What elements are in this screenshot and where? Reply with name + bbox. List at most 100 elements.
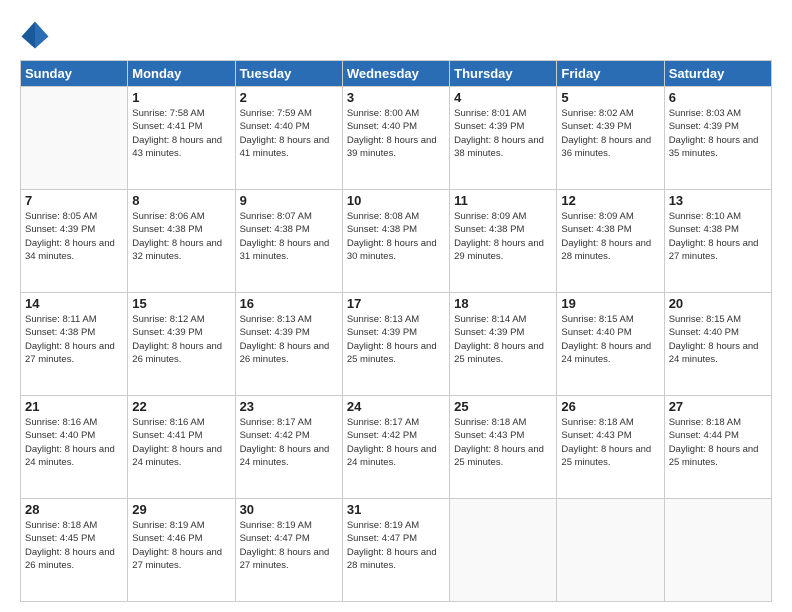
day-number: 9 [240, 193, 338, 208]
header-cell-tuesday: Tuesday [235, 61, 342, 87]
logo [20, 20, 54, 50]
header-row: SundayMondayTuesdayWednesdayThursdayFrid… [21, 61, 772, 87]
day-cell: 8 Sunrise: 8:06 AMSunset: 4:38 PMDayligh… [128, 190, 235, 293]
day-cell: 17 Sunrise: 8:13 AMSunset: 4:39 PMDaylig… [342, 293, 449, 396]
day-info: Sunrise: 8:18 AMSunset: 4:44 PMDaylight:… [669, 416, 767, 469]
day-number: 16 [240, 296, 338, 311]
day-number: 5 [561, 90, 659, 105]
day-cell: 24 Sunrise: 8:17 AMSunset: 4:42 PMDaylig… [342, 396, 449, 499]
week-row-1: 7 Sunrise: 8:05 AMSunset: 4:39 PMDayligh… [21, 190, 772, 293]
day-cell: 10 Sunrise: 8:08 AMSunset: 4:38 PMDaylig… [342, 190, 449, 293]
header [20, 20, 772, 50]
day-number: 11 [454, 193, 552, 208]
day-number: 22 [132, 399, 230, 414]
day-info: Sunrise: 8:18 AMSunset: 4:43 PMDaylight:… [561, 416, 659, 469]
day-number: 18 [454, 296, 552, 311]
day-number: 13 [669, 193, 767, 208]
header-cell-thursday: Thursday [450, 61, 557, 87]
day-number: 21 [25, 399, 123, 414]
day-info: Sunrise: 8:09 AMSunset: 4:38 PMDaylight:… [561, 210, 659, 263]
day-info: Sunrise: 8:16 AMSunset: 4:41 PMDaylight:… [132, 416, 230, 469]
day-cell: 26 Sunrise: 8:18 AMSunset: 4:43 PMDaylig… [557, 396, 664, 499]
day-cell: 3 Sunrise: 8:00 AMSunset: 4:40 PMDayligh… [342, 87, 449, 190]
day-info: Sunrise: 8:11 AMSunset: 4:38 PMDaylight:… [25, 313, 123, 366]
day-info: Sunrise: 8:14 AMSunset: 4:39 PMDaylight:… [454, 313, 552, 366]
day-cell: 1 Sunrise: 7:58 AMSunset: 4:41 PMDayligh… [128, 87, 235, 190]
calendar-header: SundayMondayTuesdayWednesdayThursdayFrid… [21, 61, 772, 87]
day-info: Sunrise: 8:01 AMSunset: 4:39 PMDaylight:… [454, 107, 552, 160]
day-cell: 27 Sunrise: 8:18 AMSunset: 4:44 PMDaylig… [664, 396, 771, 499]
day-cell: 19 Sunrise: 8:15 AMSunset: 4:40 PMDaylig… [557, 293, 664, 396]
day-info: Sunrise: 8:03 AMSunset: 4:39 PMDaylight:… [669, 107, 767, 160]
day-info: Sunrise: 8:16 AMSunset: 4:40 PMDaylight:… [25, 416, 123, 469]
day-info: Sunrise: 8:06 AMSunset: 4:38 PMDaylight:… [132, 210, 230, 263]
day-info: Sunrise: 8:13 AMSunset: 4:39 PMDaylight:… [347, 313, 445, 366]
day-cell: 16 Sunrise: 8:13 AMSunset: 4:39 PMDaylig… [235, 293, 342, 396]
day-cell: 13 Sunrise: 8:10 AMSunset: 4:38 PMDaylig… [664, 190, 771, 293]
day-number: 29 [132, 502, 230, 517]
day-info: Sunrise: 8:18 AMSunset: 4:45 PMDaylight:… [25, 519, 123, 572]
header-cell-friday: Friday [557, 61, 664, 87]
day-number: 17 [347, 296, 445, 311]
day-cell: 2 Sunrise: 7:59 AMSunset: 4:40 PMDayligh… [235, 87, 342, 190]
day-cell [21, 87, 128, 190]
day-cell: 25 Sunrise: 8:18 AMSunset: 4:43 PMDaylig… [450, 396, 557, 499]
day-info: Sunrise: 8:19 AMSunset: 4:47 PMDaylight:… [240, 519, 338, 572]
week-row-2: 14 Sunrise: 8:11 AMSunset: 4:38 PMDaylig… [21, 293, 772, 396]
day-cell [557, 499, 664, 602]
day-cell: 23 Sunrise: 8:17 AMSunset: 4:42 PMDaylig… [235, 396, 342, 499]
day-cell: 29 Sunrise: 8:19 AMSunset: 4:46 PMDaylig… [128, 499, 235, 602]
day-cell: 20 Sunrise: 8:15 AMSunset: 4:40 PMDaylig… [664, 293, 771, 396]
day-cell [664, 499, 771, 602]
day-cell [450, 499, 557, 602]
day-info: Sunrise: 8:17 AMSunset: 4:42 PMDaylight:… [240, 416, 338, 469]
day-number: 12 [561, 193, 659, 208]
calendar-table: SundayMondayTuesdayWednesdayThursdayFrid… [20, 60, 772, 602]
day-number: 20 [669, 296, 767, 311]
day-number: 4 [454, 90, 552, 105]
day-cell: 28 Sunrise: 8:18 AMSunset: 4:45 PMDaylig… [21, 499, 128, 602]
day-info: Sunrise: 8:13 AMSunset: 4:39 PMDaylight:… [240, 313, 338, 366]
day-number: 10 [347, 193, 445, 208]
day-number: 26 [561, 399, 659, 414]
day-number: 28 [25, 502, 123, 517]
day-cell: 15 Sunrise: 8:12 AMSunset: 4:39 PMDaylig… [128, 293, 235, 396]
header-cell-saturday: Saturday [664, 61, 771, 87]
page: SundayMondayTuesdayWednesdayThursdayFrid… [0, 0, 792, 612]
day-info: Sunrise: 8:05 AMSunset: 4:39 PMDaylight:… [25, 210, 123, 263]
day-info: Sunrise: 8:02 AMSunset: 4:39 PMDaylight:… [561, 107, 659, 160]
day-cell: 9 Sunrise: 8:07 AMSunset: 4:38 PMDayligh… [235, 190, 342, 293]
day-number: 30 [240, 502, 338, 517]
day-cell: 14 Sunrise: 8:11 AMSunset: 4:38 PMDaylig… [21, 293, 128, 396]
day-number: 27 [669, 399, 767, 414]
day-info: Sunrise: 8:17 AMSunset: 4:42 PMDaylight:… [347, 416, 445, 469]
day-cell: 22 Sunrise: 8:16 AMSunset: 4:41 PMDaylig… [128, 396, 235, 499]
day-cell: 11 Sunrise: 8:09 AMSunset: 4:38 PMDaylig… [450, 190, 557, 293]
week-row-4: 28 Sunrise: 8:18 AMSunset: 4:45 PMDaylig… [21, 499, 772, 602]
week-row-0: 1 Sunrise: 7:58 AMSunset: 4:41 PMDayligh… [21, 87, 772, 190]
day-cell: 4 Sunrise: 8:01 AMSunset: 4:39 PMDayligh… [450, 87, 557, 190]
day-info: Sunrise: 8:10 AMSunset: 4:38 PMDaylight:… [669, 210, 767, 263]
day-info: Sunrise: 8:19 AMSunset: 4:47 PMDaylight:… [347, 519, 445, 572]
day-number: 2 [240, 90, 338, 105]
day-number: 14 [25, 296, 123, 311]
day-number: 8 [132, 193, 230, 208]
day-number: 1 [132, 90, 230, 105]
calendar-body: 1 Sunrise: 7:58 AMSunset: 4:41 PMDayligh… [21, 87, 772, 602]
day-cell: 6 Sunrise: 8:03 AMSunset: 4:39 PMDayligh… [664, 87, 771, 190]
day-cell: 30 Sunrise: 8:19 AMSunset: 4:47 PMDaylig… [235, 499, 342, 602]
day-info: Sunrise: 8:07 AMSunset: 4:38 PMDaylight:… [240, 210, 338, 263]
week-row-3: 21 Sunrise: 8:16 AMSunset: 4:40 PMDaylig… [21, 396, 772, 499]
day-info: Sunrise: 8:08 AMSunset: 4:38 PMDaylight:… [347, 210, 445, 263]
header-cell-monday: Monday [128, 61, 235, 87]
day-info: Sunrise: 8:00 AMSunset: 4:40 PMDaylight:… [347, 107, 445, 160]
day-info: Sunrise: 8:19 AMSunset: 4:46 PMDaylight:… [132, 519, 230, 572]
day-number: 19 [561, 296, 659, 311]
logo-icon [20, 20, 50, 50]
day-cell: 18 Sunrise: 8:14 AMSunset: 4:39 PMDaylig… [450, 293, 557, 396]
day-number: 31 [347, 502, 445, 517]
day-number: 23 [240, 399, 338, 414]
day-number: 7 [25, 193, 123, 208]
day-info: Sunrise: 8:09 AMSunset: 4:38 PMDaylight:… [454, 210, 552, 263]
day-info: Sunrise: 8:12 AMSunset: 4:39 PMDaylight:… [132, 313, 230, 366]
